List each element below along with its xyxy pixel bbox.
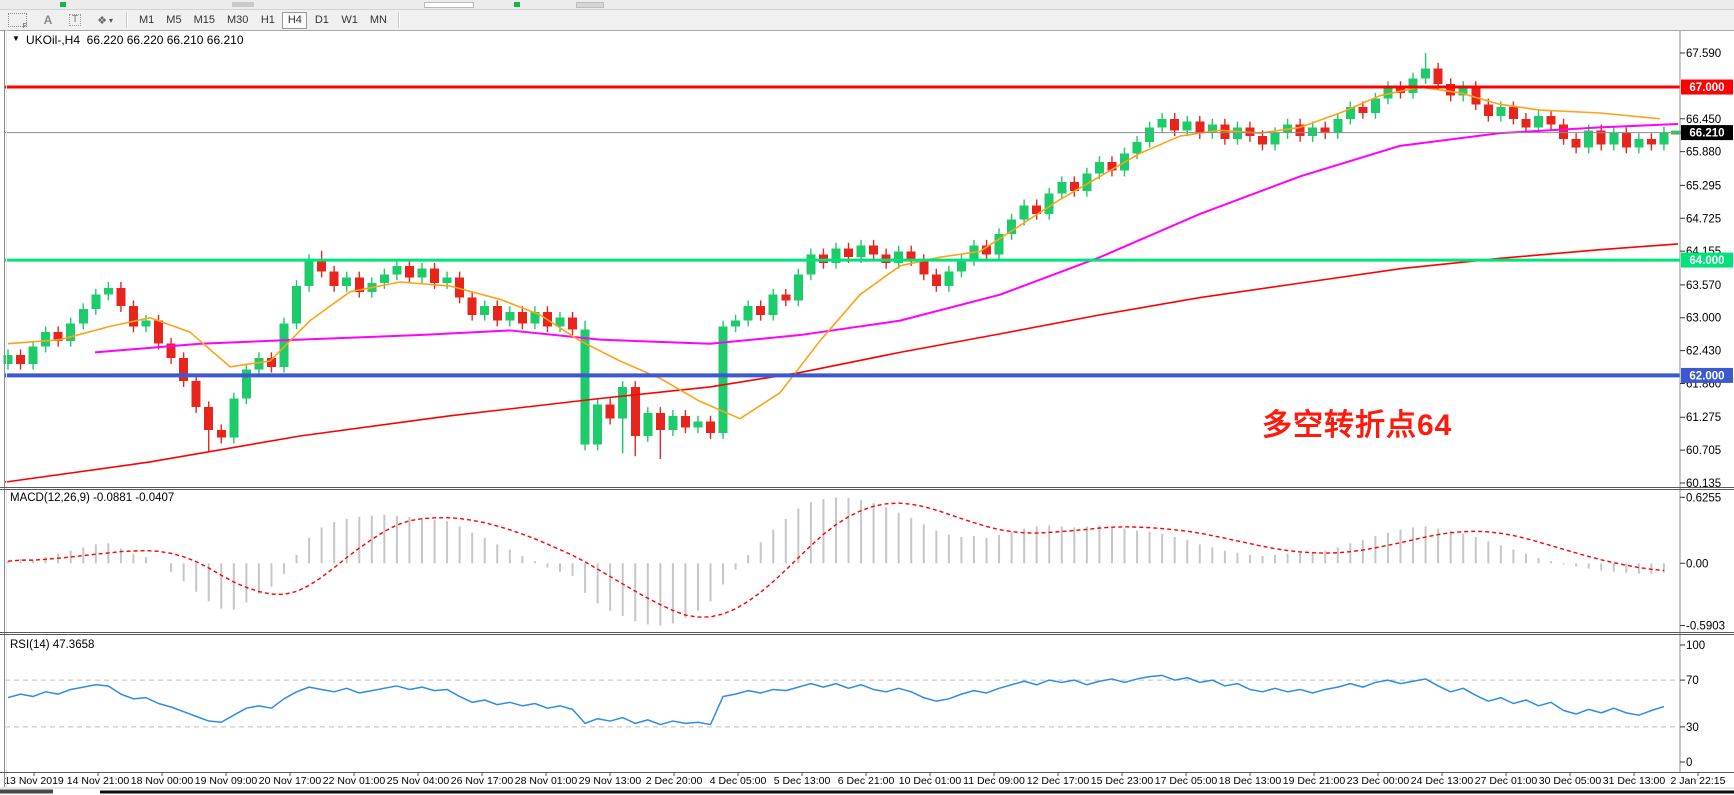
chart-canvas[interactable]: 67.59066.45065.88065.29564.72564.15563.5…	[0, 0, 1734, 795]
rsi-tick-label: 70	[1686, 675, 1699, 687]
date-label: 25 Nov 04:00	[387, 775, 450, 787]
price-tick-label: 61.275	[1686, 412, 1721, 424]
price-tick-label: 66.450	[1686, 114, 1721, 126]
date-label: 28 Nov 01:00	[515, 775, 578, 787]
price-tick-label: 65.295	[1686, 180, 1721, 192]
date-label: 10 Dec 01:00	[899, 775, 962, 787]
bottom-tab-fragment	[0, 790, 53, 794]
rsi-pane-label: RSI(14) 47.3658	[10, 639, 94, 651]
annotation-text: 多空转折点64	[1262, 400, 1452, 444]
price-tick-label: 60.705	[1686, 445, 1721, 457]
price-tick-label: 64.725	[1686, 213, 1721, 225]
date-label: 19 Dec 21:00	[1283, 775, 1346, 787]
date-label: 19 Nov 09:00	[195, 775, 258, 787]
macd-tick-label: -0.5903	[1686, 621, 1725, 633]
date-label: 4 Dec 05:00	[710, 775, 767, 787]
date-label: 14 Nov 21:00	[67, 775, 130, 787]
date-label: 2 Jan 22:15	[1671, 775, 1726, 787]
macd-tick-label: 0.00	[1686, 558, 1708, 570]
date-label: 18 Nov 00:00	[131, 775, 194, 787]
date-label: 15 Dec 23:00	[1091, 775, 1154, 787]
date-label: 6 Dec 21:00	[838, 775, 895, 787]
macd-tick-label: 0.6255	[1686, 492, 1721, 504]
rsi-tick-label: 30	[1686, 722, 1699, 734]
date-label: 31 Dec 13:00	[1603, 775, 1666, 787]
date-label: 20 Nov 17:00	[259, 775, 322, 787]
date-label: 11 Dec 09:00	[963, 775, 1025, 787]
price-badge-label: 64.000	[1689, 255, 1724, 267]
chart-title: UKOil-,H4 66.220 66.220 66.210 66.210	[26, 33, 244, 47]
date-label: 23 Dec 00:00	[1347, 775, 1410, 787]
price-badge-label: 62.000	[1689, 370, 1724, 382]
date-label: 22 Nov 01:00	[323, 775, 386, 787]
date-label: 29 Nov 13:00	[579, 775, 642, 787]
date-label: 5 Dec 13:00	[774, 775, 831, 787]
price-badge-label: 66.210	[1689, 128, 1724, 140]
rsi-tick-label: 0	[1686, 757, 1692, 769]
date-label: 12 Dec 17:00	[1027, 775, 1090, 787]
bottom-tab-fragment	[100, 791, 1734, 794]
date-label: 26 Nov 17:00	[451, 775, 514, 787]
date-label: 13 Nov 2019	[4, 775, 64, 787]
date-label: 24 Dec 13:00	[1411, 775, 1474, 787]
price-tick-label: 67.590	[1686, 48, 1721, 60]
price-tick-label: 62.430	[1686, 346, 1721, 358]
date-axis: 13 Nov 201914 Nov 21:0018 Nov 00:0019 No…	[4, 772, 1725, 787]
mt4-chart-window: F A T ❖ ▾ M1M5M15M30H1H4D1W1MN 67.59066.…	[0, 0, 1734, 795]
rsi-tick-label: 100	[1686, 640, 1705, 652]
price-tick-label: 60.135	[1686, 478, 1721, 490]
date-label: 17 Dec 05:00	[1155, 775, 1218, 787]
price-tick-label: 63.000	[1686, 313, 1721, 325]
macd-pane-label: MACD(12,26,9) -0.0881 -0.0407	[10, 492, 174, 504]
price-badge-label: 67.000	[1689, 82, 1724, 94]
date-label: 30 Dec 05:00	[1539, 775, 1602, 787]
price-tick-label: 63.570	[1686, 280, 1721, 292]
date-label: 2 Dec 20:00	[646, 775, 703, 787]
price-tick-label: 65.880	[1686, 147, 1721, 159]
date-label: 18 Dec 13:00	[1219, 775, 1282, 787]
symbol-dropdown-icon[interactable]: ▼	[12, 34, 20, 43]
date-label: 27 Dec 01:00	[1475, 775, 1538, 787]
